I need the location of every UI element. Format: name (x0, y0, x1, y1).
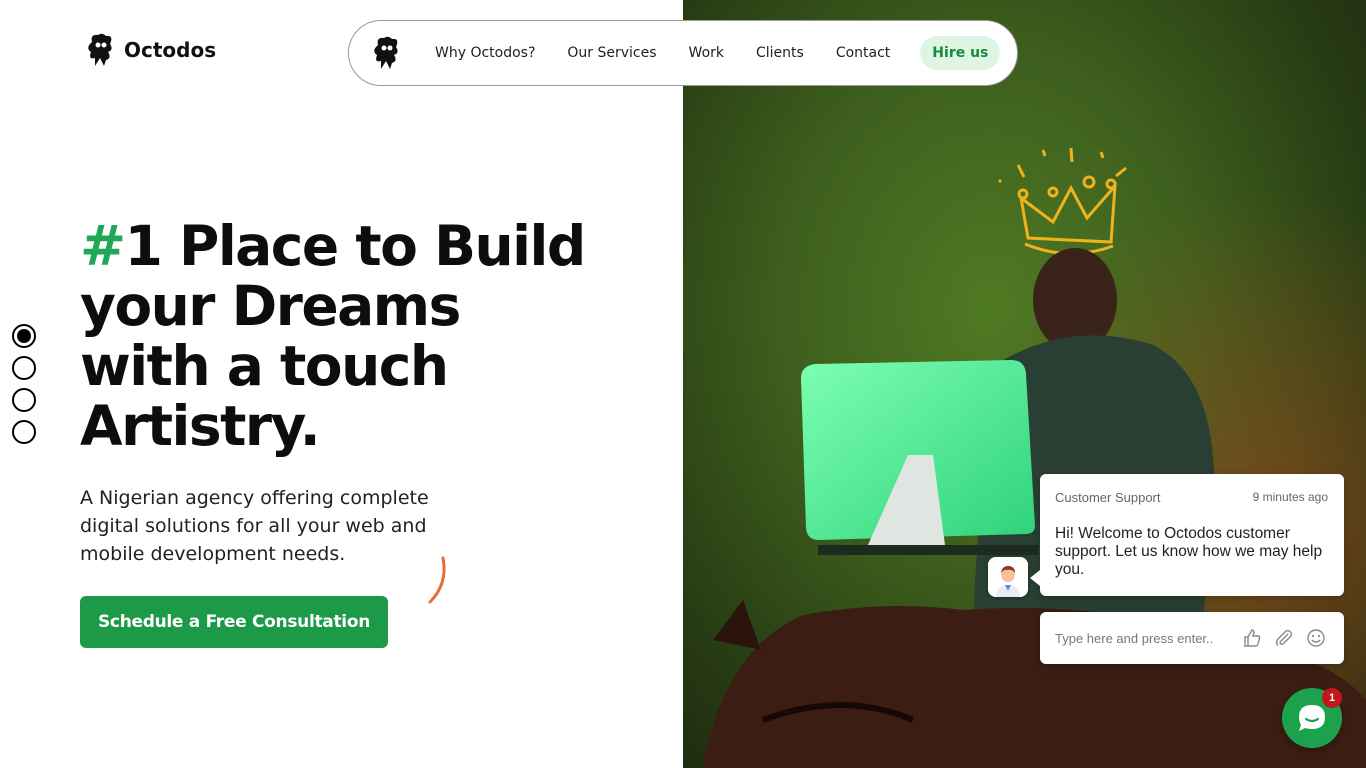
headline-line-4: Artistry. (80, 394, 321, 458)
nav-work[interactable]: Work (689, 45, 724, 61)
paperclip-icon[interactable] (1273, 627, 1295, 649)
schedule-consultation-button[interactable]: Schedule a Free Consultation (80, 596, 388, 648)
octopus-mascot-icon[interactable] (369, 35, 405, 71)
slider-dot-1[interactable] (12, 324, 36, 348)
agent-avatar-icon (988, 557, 1028, 597)
headline-line-2: your Dreams (80, 274, 461, 338)
nav-clients[interactable]: Clients (756, 45, 804, 61)
chat-message-input[interactable] (1055, 630, 1231, 646)
smiley-icon[interactable] (1305, 627, 1327, 649)
headline-line-1: 1 Place to Build (124, 214, 587, 278)
chat-message-card: Customer Support 9 minutes ago Hi! Welco… (1040, 474, 1344, 596)
hero-headline: #1 Place to Build your Dreams with a tou… (80, 216, 640, 456)
octopus-mascot-icon (88, 33, 112, 66)
brand-logo[interactable]: Octodos (84, 32, 216, 68)
slider-dot-3[interactable] (12, 388, 36, 412)
chat-input-bar (1040, 612, 1344, 664)
hero-subtext: A Nigerian agency offering complete digi… (80, 487, 429, 565)
chat-message: Hi! Welcome to Octodos customer support.… (1055, 525, 1323, 578)
squiggle-decoration-icon (428, 556, 446, 604)
nav-contact[interactable]: Contact (836, 45, 890, 61)
nav-our-services[interactable]: Our Services (567, 45, 656, 61)
hire-us-button[interactable]: Hire us (920, 36, 1001, 70)
slider-dot-4[interactable] (12, 420, 36, 444)
slider-dots (12, 324, 36, 444)
thumbs-up-icon[interactable] (1241, 627, 1263, 649)
unread-badge: 1 (1322, 688, 1342, 708)
chat-bubble-icon (1299, 705, 1325, 731)
chat-agent-name: Customer Support (1055, 490, 1161, 505)
avatar (988, 557, 1028, 597)
brand-name: Octodos (124, 38, 217, 62)
slider-dot-2[interactable] (12, 356, 36, 380)
chat-bubble-tail (1030, 570, 1040, 586)
headline-line-3: with a touch (80, 334, 449, 398)
headline-hash: # (80, 214, 126, 278)
nav-why-octodos[interactable]: Why Octodos? (435, 45, 535, 61)
main-nav: Why Octodos? Our Services Work Clients C… (348, 20, 1018, 86)
chat-timestamp: 9 minutes ago (1252, 490, 1328, 504)
